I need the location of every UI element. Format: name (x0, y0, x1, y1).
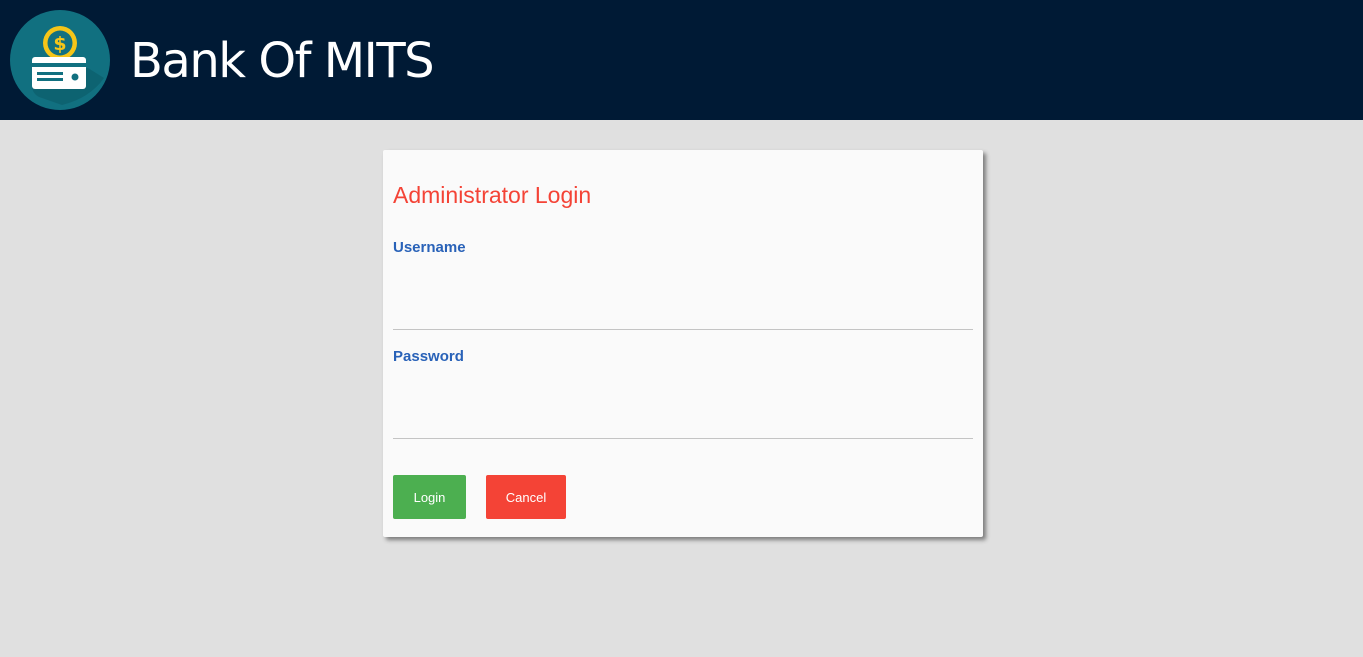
username-label: Username (393, 239, 466, 256)
login-title: Administrator Login (393, 182, 592, 208)
login-card: Administrator Login Username Password Lo… (383, 150, 983, 537)
money-card-icon: $ (10, 10, 110, 110)
app-header: $ Bank Of MITS (0, 0, 1363, 120)
login-button[interactable]: Login (393, 475, 466, 519)
username-input[interactable] (393, 297, 973, 330)
password-label: Password (393, 348, 464, 365)
password-input[interactable] (393, 406, 973, 439)
svg-text:$: $ (53, 33, 66, 55)
cancel-button[interactable]: Cancel (486, 475, 566, 519)
app-title: Bank Of MITS (130, 33, 435, 89)
